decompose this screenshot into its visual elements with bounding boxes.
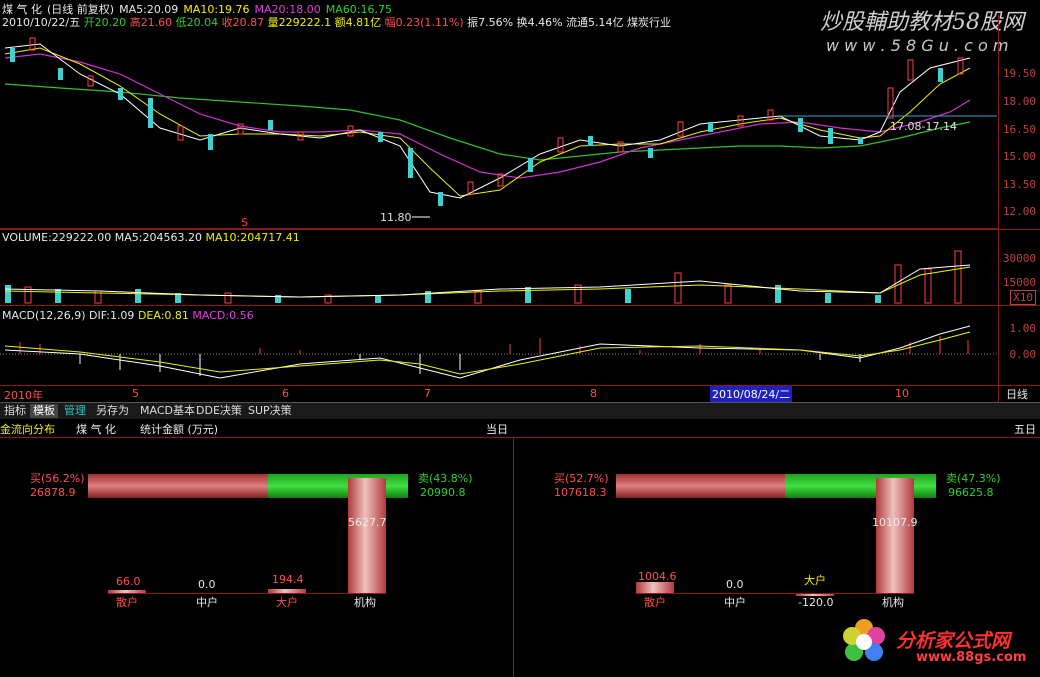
- five-day-label: 五日: [1014, 423, 1036, 436]
- period-label[interactable]: 日线: [1006, 386, 1028, 402]
- macd-tick: 0.00: [1009, 348, 1037, 361]
- tab-indicator[interactable]: 指标: [1, 404, 29, 418]
- axis-divider: [998, 14, 999, 402]
- macd-tick: 1.00: [1009, 322, 1037, 335]
- today-name-large: 大户: [276, 596, 298, 609]
- time-label: 5: [132, 387, 139, 400]
- today-val-mid: 0.0: [198, 578, 216, 591]
- today-val-retail: 66.0: [116, 575, 141, 588]
- five-val-large-name: 大户: [804, 574, 826, 587]
- tab-dde[interactable]: DDE决策: [193, 404, 245, 418]
- five-sell-value: 96625.8: [948, 486, 994, 499]
- five-buy-fill: [616, 474, 785, 498]
- volume-unit: X10: [1010, 290, 1036, 305]
- five-sell-label: 卖(47.3%): [946, 472, 1001, 485]
- macd-dif-line: [4, 325, 971, 379]
- fund-flow-unit: 统计金额 (万元): [140, 423, 219, 436]
- volume-header: VOLUME:229222.00 MA5:204563.20 MA10:2047…: [2, 231, 300, 244]
- divider: [0, 229, 1040, 230]
- price-tick: 12.00: [1002, 205, 1036, 218]
- flower-logo-icon: [838, 616, 890, 668]
- watermark-bottom-url: www.88gs.com: [916, 650, 1027, 665]
- five-val-inst: 10107.9: [872, 516, 918, 529]
- today-buy-label: 买(56.2%): [30, 472, 85, 485]
- divider: [0, 305, 1040, 306]
- tab-macd-basic[interactable]: MACD基本: [137, 404, 198, 418]
- five-buy-label: 买(52.7%): [554, 472, 609, 485]
- watermark-bottom-title: 分析家公式网: [896, 630, 1011, 652]
- range-annotation: 17.08-17.14: [890, 120, 957, 133]
- candles: [10, 37, 964, 206]
- price-tick: 19.50: [1002, 67, 1036, 80]
- volume-ma10: MA10:204717.41: [205, 231, 300, 244]
- tab-save-as[interactable]: 另存为: [93, 404, 132, 418]
- volume-ma5: MA5:204563.20: [114, 231, 202, 244]
- five-baseline: [636, 593, 914, 594]
- today-buy-fill: [88, 474, 268, 498]
- time-label: 2010年: [4, 389, 43, 402]
- today-val-large: 194.4: [272, 573, 304, 586]
- five-val-mid: 0.0: [726, 578, 744, 591]
- volume-tick: 30000: [1002, 252, 1036, 265]
- volume-bars: [5, 250, 962, 304]
- today-name-inst: 机构: [354, 596, 376, 609]
- tab-manage[interactable]: 管理: [61, 404, 89, 418]
- today-label: 当日: [486, 423, 508, 436]
- macd-chart-svg: [0, 325, 998, 379]
- fund-flow-stock: 煤 气 化: [76, 423, 116, 436]
- five-bar-inst: [876, 478, 914, 593]
- tab-sup[interactable]: SUP决策: [245, 404, 295, 418]
- fund-flow-header: 金流向分布 煤 气 化 统计金额 (万元) 当日 五日: [0, 421, 1040, 437]
- time-label: 7: [424, 387, 431, 400]
- fund-flow-title: 金流向分布: [0, 423, 55, 436]
- low-annotation: 11.80: [380, 211, 412, 224]
- five-val-large: -120.0: [798, 596, 834, 609]
- volume-title: VOLUME:229222.00: [2, 231, 112, 244]
- divider: [0, 385, 1040, 386]
- tab-template[interactable]: 模板: [30, 404, 58, 418]
- five-buy-value: 107618.3: [554, 486, 607, 499]
- time-label: 10: [895, 387, 909, 400]
- five-name-mid: 中户: [724, 596, 746, 609]
- macd-dea-line: [4, 331, 971, 375]
- time-label: 6: [282, 387, 289, 400]
- s-annotation: S: [241, 216, 248, 229]
- time-label: 8: [590, 387, 597, 400]
- price-tick: 16.50: [1002, 123, 1036, 136]
- five-name-retail: 散户: [644, 596, 666, 609]
- macd-histogram: [19, 336, 969, 376]
- price-tick: 13.50: [1002, 178, 1036, 191]
- today-sell-value: 20990.8: [420, 486, 466, 499]
- today-name-retail: 散户: [116, 596, 138, 609]
- today-buy-value: 26878.9: [30, 486, 76, 499]
- today-baseline: [108, 593, 386, 594]
- price-chart-svg: [4, 37, 997, 218]
- tab-bar: 指标 模板 管理 另存为 MACD基本 DDE决策 SUP决策: [0, 402, 1040, 419]
- volume-tick: 15000: [1002, 276, 1036, 289]
- today-val-inst: 5627.7: [348, 516, 387, 529]
- volume-chart-svg: [4, 250, 971, 304]
- today-name-mid: 中户: [196, 596, 218, 609]
- five-name-inst: 机构: [882, 596, 904, 609]
- volume-ma5-line: [4, 264, 971, 298]
- price-tick: 15.00: [1002, 150, 1036, 163]
- time-cursor: 2010/08/24/二: [710, 386, 793, 402]
- five-bar-retail: [636, 582, 674, 593]
- five-val-retail: 1004.6: [638, 570, 677, 583]
- today-bar-inst: [348, 478, 386, 593]
- today-panel: 买(56.2%) 26878.9 卖(43.8%) 20990.8 66.0 0…: [0, 438, 513, 677]
- today-sell-label: 卖(43.8%): [418, 472, 473, 485]
- price-tick: 18.00: [1002, 95, 1036, 108]
